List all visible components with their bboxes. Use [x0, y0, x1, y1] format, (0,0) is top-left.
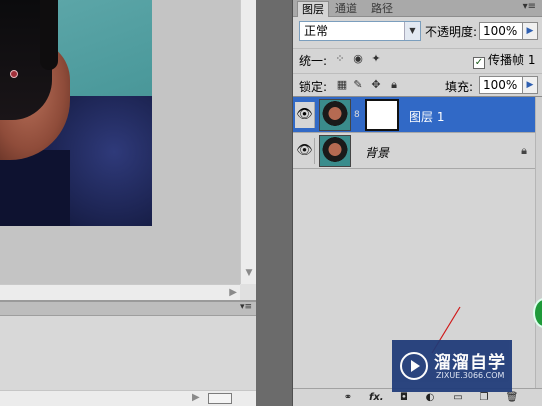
- watermark-title: 溜溜自学: [434, 353, 506, 373]
- tab-paths[interactable]: 路径: [367, 1, 397, 17]
- trash-icon[interactable]: 🗑︎: [505, 391, 519, 405]
- fx-icon[interactable]: fx.: [369, 391, 384, 405]
- unify-position-icon[interactable]: ⁘: [333, 52, 347, 66]
- chain-link-icon[interactable]: 8: [354, 109, 362, 121]
- document-vertical-scrollbar[interactable]: ▼: [240, 0, 256, 284]
- blend-mode-value: 正常: [304, 24, 329, 38]
- document-horizontal-scrollbar[interactable]: ▶: [0, 284, 240, 300]
- watermark-badge: 溜溜自学 ZIXUE.3066.COM: [392, 340, 512, 392]
- layer-thumbnail[interactable]: [319, 135, 351, 167]
- scroll-right-arrow-icon[interactable]: ▶: [229, 287, 237, 298]
- fill-input[interactable]: 100%: [479, 76, 523, 94]
- propagate-label: 传播帧 1: [488, 53, 536, 67]
- opacity-slider-arrow-icon[interactable]: ▶: [522, 22, 538, 40]
- photo-hair-strand: [40, 0, 58, 70]
- new-layer-icon[interactable]: ❐: [477, 391, 491, 405]
- panel-menu-icon[interactable]: ▾≡: [523, 1, 536, 12]
- lock-icon: 🔒︎: [521, 144, 527, 157]
- scrollbar-corner: [240, 284, 256, 300]
- eye-icon[interactable]: 👁︎: [295, 102, 315, 128]
- unify-visibility-icon[interactable]: ◉: [351, 52, 365, 66]
- secondary-panel: ▾≡ ▶: [0, 300, 256, 406]
- layer-name[interactable]: 背景: [365, 144, 389, 161]
- mask-icon[interactable]: ◘: [397, 391, 411, 405]
- layer-list-scrollbar[interactable]: [535, 97, 542, 389]
- scroll-right-arrow-icon[interactable]: ▶: [192, 392, 200, 403]
- tab-channels[interactable]: 通道: [331, 1, 361, 17]
- unify-style-icon[interactable]: ✦: [369, 52, 383, 66]
- layer-name[interactable]: 图层 1: [409, 108, 444, 125]
- fill-slider-arrow-icon[interactable]: ▶: [522, 76, 538, 94]
- layer-row-layer-1[interactable]: 👁︎ 8 图层 1: [293, 97, 535, 133]
- group-icon[interactable]: ▭: [451, 391, 465, 405]
- tab-layers[interactable]: 图层: [297, 1, 329, 17]
- document-canvas-area[interactable]: ▼ ▶: [0, 0, 256, 300]
- eye-icon[interactable]: 👁︎: [295, 138, 315, 164]
- secondary-panel-footer: ▶: [0, 390, 256, 406]
- adjustment-icon[interactable]: ◐: [423, 391, 437, 405]
- blend-mode-row: 正常 ▼ 不透明度: 100% ▶: [293, 21, 542, 43]
- lock-transparent-pixels-icon[interactable]: ▦: [335, 78, 349, 92]
- play-logo-icon: [400, 352, 428, 380]
- panel-menu-icon[interactable]: ▾≡: [240, 302, 252, 312]
- unify-label: 统一:: [299, 54, 328, 68]
- panel-divider: [256, 0, 292, 406]
- scroll-down-arrow-icon[interactable]: ▼: [244, 268, 254, 278]
- layer-row-background[interactable]: 👁︎ 背景 🔒︎: [293, 133, 535, 169]
- photo-clothing-dark: [0, 150, 70, 226]
- document-photo[interactable]: [0, 0, 152, 226]
- lock-position-icon[interactable]: ✥: [369, 78, 383, 92]
- lock-row: 锁定: ▦ ✎ ✥ 🔒︎ 填充: 100% ▶: [293, 73, 542, 95]
- checkbox-checked-icon[interactable]: ✓: [473, 57, 485, 69]
- watermark-url: ZIXUE.3066.COM: [436, 371, 505, 380]
- navigator-thumbnail[interactable]: [208, 393, 232, 404]
- layers-panel-tabs: 图层 通道 路径 ▾≡: [293, 0, 542, 17]
- lock-all-icon[interactable]: 🔒︎: [387, 78, 401, 92]
- secondary-panel-titlebar: ▾≡: [0, 302, 256, 316]
- unify-row: 统一: ⁘ ◉ ✦ ✓ 传播帧 1: [293, 48, 542, 69]
- layer-thumbnail[interactable]: [319, 99, 351, 131]
- blend-mode-select[interactable]: 正常 ▼: [299, 21, 421, 41]
- fill-label: 填充:: [445, 80, 474, 94]
- opacity-label: 不透明度:: [425, 25, 478, 39]
- propagate-frame-checkbox[interactable]: ✓ 传播帧 1: [473, 51, 535, 69]
- lock-image-pixels-icon[interactable]: ✎: [351, 78, 365, 92]
- layer-mask-thumbnail[interactable]: [365, 99, 399, 131]
- chevron-down-icon[interactable]: ▼: [404, 22, 420, 40]
- link-layers-icon[interactable]: ⚭: [341, 391, 355, 405]
- photo-earring: [10, 70, 18, 78]
- opacity-input[interactable]: 100%: [479, 22, 523, 40]
- lock-label: 锁定:: [299, 80, 328, 94]
